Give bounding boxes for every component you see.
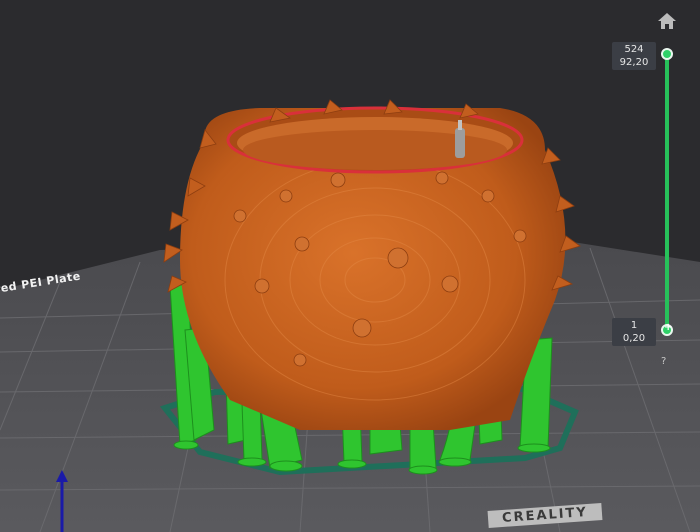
layer-slider-bottom-handle[interactable] [661, 322, 673, 336]
pot-model [163, 99, 581, 430]
home-view-button[interactable] [656, 10, 678, 32]
bottom-layer-label: 1 0,20 [612, 318, 656, 346]
home-icon [658, 13, 676, 29]
layer-slider-top-handle[interactable] [661, 48, 673, 60]
top-layer-number: 524 [624, 44, 644, 55]
3d-viewport[interactable] [0, 0, 700, 532]
bottom-layer-number: 1 [630, 320, 638, 331]
top-layer-label: 524 92,20 [612, 42, 656, 70]
bottom-layer-height: 0,20 [622, 333, 646, 344]
help-button[interactable]: ? [661, 356, 666, 367]
layer-slider-track[interactable] [665, 52, 669, 330]
top-layer-height: 92,20 [619, 57, 649, 68]
